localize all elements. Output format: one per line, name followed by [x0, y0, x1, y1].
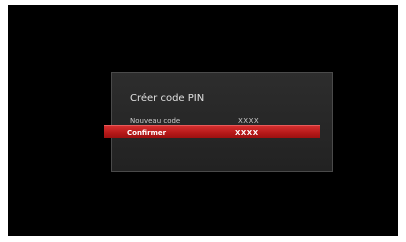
- tv-screen: Créer code PIN Nouveau code XXXX Confirm…: [8, 5, 398, 236]
- confirm-label: Confirmer: [127, 129, 167, 137]
- new-code-value: XXXX: [238, 117, 260, 125]
- pin-dialog: Créer code PIN Nouveau code XXXX: [111, 72, 333, 172]
- new-code-label: Nouveau code: [130, 117, 181, 125]
- confirm-field-highlight[interactable]: Confirmer XXXX: [104, 125, 320, 138]
- confirm-field[interactable]: Confirmer XXXX: [127, 129, 317, 139]
- confirm-value: XXXX: [235, 129, 259, 137]
- dialog-title: Créer code PIN: [130, 93, 205, 104]
